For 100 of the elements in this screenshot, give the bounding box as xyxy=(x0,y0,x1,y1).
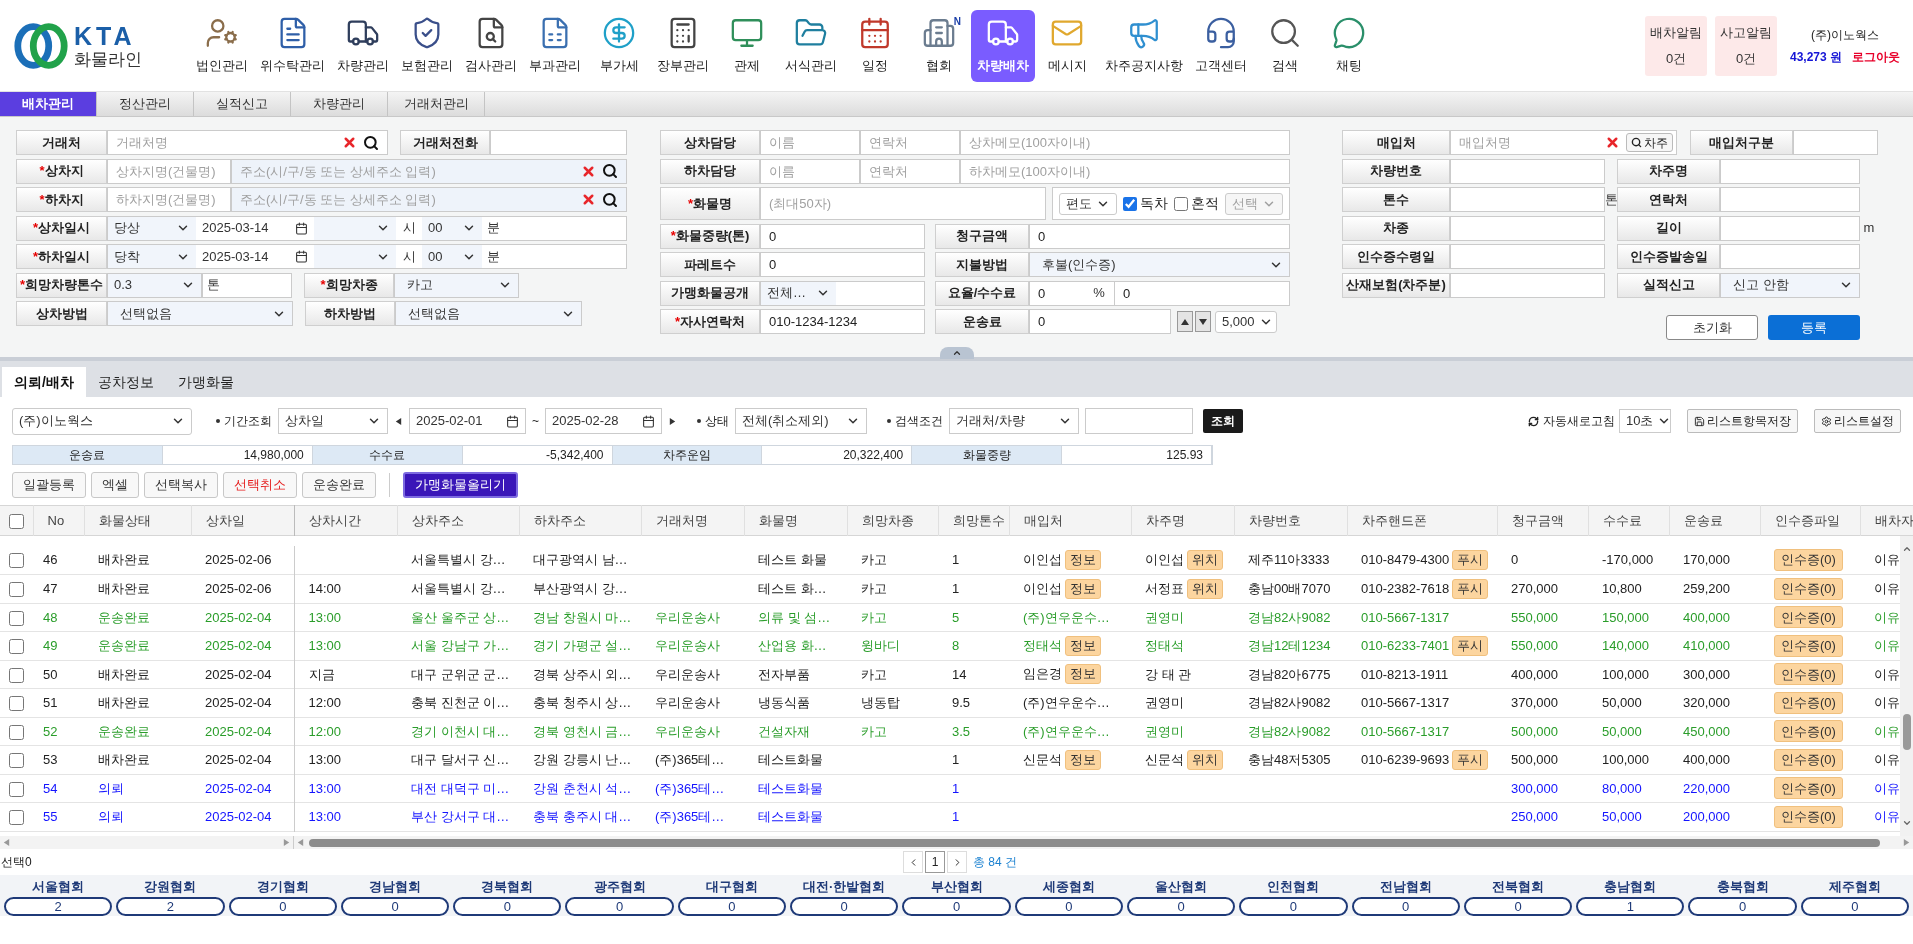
association-count[interactable]: 0 xyxy=(453,896,562,916)
association-count[interactable]: 0 xyxy=(1463,896,1573,916)
action-button[interactable]: 엑셀 xyxy=(91,472,139,498)
column-header[interactable]: 수수료 xyxy=(1588,505,1669,536)
text-field[interactable]: 하차메모(100자이내) xyxy=(960,158,1290,184)
dropdown[interactable]: 당상 xyxy=(108,216,196,240)
text-field[interactable] xyxy=(1450,215,1605,241)
column-header[interactable]: 상차일 xyxy=(191,505,294,536)
column-header[interactable]: 차량번호 xyxy=(1234,505,1347,536)
receipt-button[interactable]: 인수증(0) xyxy=(1774,549,1843,571)
row-checkbox[interactable] xyxy=(9,582,24,598)
dropdown[interactable]: 선택없음 xyxy=(395,301,582,326)
menu-item[interactable]: 차량관리 xyxy=(331,9,395,82)
text-field[interactable]: 0 xyxy=(760,223,925,249)
menu-item[interactable]: 협회 N xyxy=(907,9,971,82)
push-button[interactable]: 푸시 xyxy=(1452,550,1489,570)
association-count[interactable]: 0 xyxy=(677,896,787,916)
collapse-button[interactable] xyxy=(940,347,974,359)
column-header[interactable]: 희망톤수 xyxy=(938,505,1009,536)
text-field[interactable] xyxy=(1720,244,1860,269)
alert-panel[interactable]: 배차알림 0건 xyxy=(1645,15,1707,76)
company-dropdown[interactable]: (주)이노웍스 xyxy=(12,407,192,435)
dropdown[interactable]: 00 xyxy=(422,245,482,268)
info-button[interactable]: 정보 xyxy=(1065,578,1101,599)
increase-button[interactable] xyxy=(1177,311,1193,332)
dropdown[interactable]: 전체… xyxy=(761,281,836,305)
dropdown[interactable]: 전체(취소제외) xyxy=(735,408,867,434)
push-button[interactable]: 푸시 xyxy=(1452,578,1489,599)
action-button[interactable]: 일괄등록 xyxy=(12,472,86,498)
text-field[interactable] xyxy=(1720,215,1860,241)
dropdown[interactable]: 선택없음 xyxy=(107,301,293,326)
tab[interactable]: 차량관리 xyxy=(291,92,388,116)
menu-item[interactable]: 차량배차 xyxy=(971,9,1035,82)
receipt-button[interactable]: 인수증(0) xyxy=(1774,577,1843,600)
dropdown[interactable]: 0.3 xyxy=(107,272,202,298)
chevron-up-icon[interactable] xyxy=(1901,544,1912,554)
association-count[interactable]: 1 xyxy=(1576,896,1685,916)
page-button[interactable]: 1 xyxy=(925,851,945,873)
column-header[interactable]: 상차시간 xyxy=(294,505,397,536)
tab[interactable]: 가맹화물 xyxy=(165,367,246,397)
logout-link[interactable]: 로그아웃 xyxy=(1852,47,1900,66)
column-header[interactable]: 인수증파일 xyxy=(1760,505,1860,536)
list-settings-button[interactable]: 리스트설정 xyxy=(1814,409,1901,433)
column-header[interactable]: 화물명 xyxy=(744,505,847,536)
menu-item[interactable]: 부가세 xyxy=(587,9,651,82)
association-count[interactable]: 0 xyxy=(1688,896,1797,916)
text-field[interactable]: 상차메모(100자이내) xyxy=(960,130,1290,155)
triangle-left-icon[interactable] xyxy=(394,416,403,426)
chevron-down-icon[interactable] xyxy=(1901,818,1912,828)
row-checkbox[interactable] xyxy=(9,696,24,712)
menu-item[interactable]: 관제 xyxy=(715,9,779,82)
text-field[interactable]: (최대50자) xyxy=(760,187,1046,220)
text-field[interactable] xyxy=(1450,158,1605,184)
column-header[interactable]: 운송료 xyxy=(1669,505,1760,536)
tab[interactable]: 의뢰/배차 xyxy=(2,367,86,397)
action-button[interactable]: 운송완료 xyxy=(302,472,376,498)
column-header[interactable]: 매입처 xyxy=(1009,505,1131,536)
text-field[interactable]: 0 xyxy=(1029,309,1171,334)
association-count[interactable]: 0 xyxy=(1351,896,1460,916)
receipt-button[interactable]: 인수증(0) xyxy=(1774,691,1843,714)
tab[interactable]: 정산관리 xyxy=(97,92,194,116)
column-header[interactable]: 희망차종 xyxy=(847,505,938,536)
menu-item[interactable]: 일정 xyxy=(843,9,907,82)
column-header[interactable]: 청구금액 xyxy=(1497,505,1588,536)
register-button[interactable]: 등록 xyxy=(1768,315,1860,340)
row-checkbox[interactable] xyxy=(9,781,24,797)
receipt-button[interactable]: 인수증(0) xyxy=(1774,748,1843,771)
menu-item[interactable]: 메시지 xyxy=(1035,9,1099,82)
text-field[interactable]: 상차지명(건물명) xyxy=(107,158,231,184)
row-checkbox[interactable] xyxy=(9,724,24,740)
text-field[interactable]: 0 xyxy=(1114,280,1290,306)
dropdown[interactable]: 편도 xyxy=(1059,192,1117,215)
vertical-scrollbar[interactable] xyxy=(1900,536,1913,836)
menu-item[interactable]: 서식관리 xyxy=(779,9,843,82)
save-columns-button[interactable]: 리스트항목저장 xyxy=(1687,409,1798,433)
receipt-button[interactable]: 인수증(0) xyxy=(1774,606,1843,629)
column-header[interactable]: 차주명 xyxy=(1131,505,1234,536)
alert-panel[interactable]: 사고알림 0건 xyxy=(1715,15,1777,76)
info-button[interactable]: 정보 xyxy=(1065,635,1101,656)
triangle-right-icon[interactable] xyxy=(668,416,677,426)
column-header[interactable]: 차주핸드폰 xyxy=(1347,505,1497,536)
association-count[interactable]: 0 xyxy=(1239,896,1348,916)
checkbox[interactable] xyxy=(1123,196,1137,211)
association-count[interactable]: 0 xyxy=(1800,896,1910,916)
menu-item[interactable]: 채팅 xyxy=(1317,9,1381,82)
text-field[interactable]: 이름 xyxy=(760,130,860,155)
column-header[interactable]: 화물상태 xyxy=(84,505,191,536)
checkbox[interactable] xyxy=(1174,196,1188,211)
receipt-button[interactable]: 인수증(0) xyxy=(1774,777,1843,800)
association-count[interactable]: 0 xyxy=(228,896,337,916)
menu-item[interactable]: 장부관리 xyxy=(651,9,715,82)
dropdown[interactable]: 00 xyxy=(422,216,482,240)
text-field[interactable]: 0 xyxy=(1029,223,1290,249)
row-checkbox[interactable] xyxy=(9,553,24,569)
menu-item[interactable]: 위수탁관리 xyxy=(254,9,331,82)
association-count[interactable]: 0 xyxy=(1126,896,1236,916)
row-checkbox[interactable] xyxy=(9,610,24,626)
tab[interactable]: 거래처관리 xyxy=(388,92,485,116)
location-button[interactable]: 위치 xyxy=(1187,749,1223,770)
menu-item[interactable]: 부과관리 xyxy=(523,9,587,82)
